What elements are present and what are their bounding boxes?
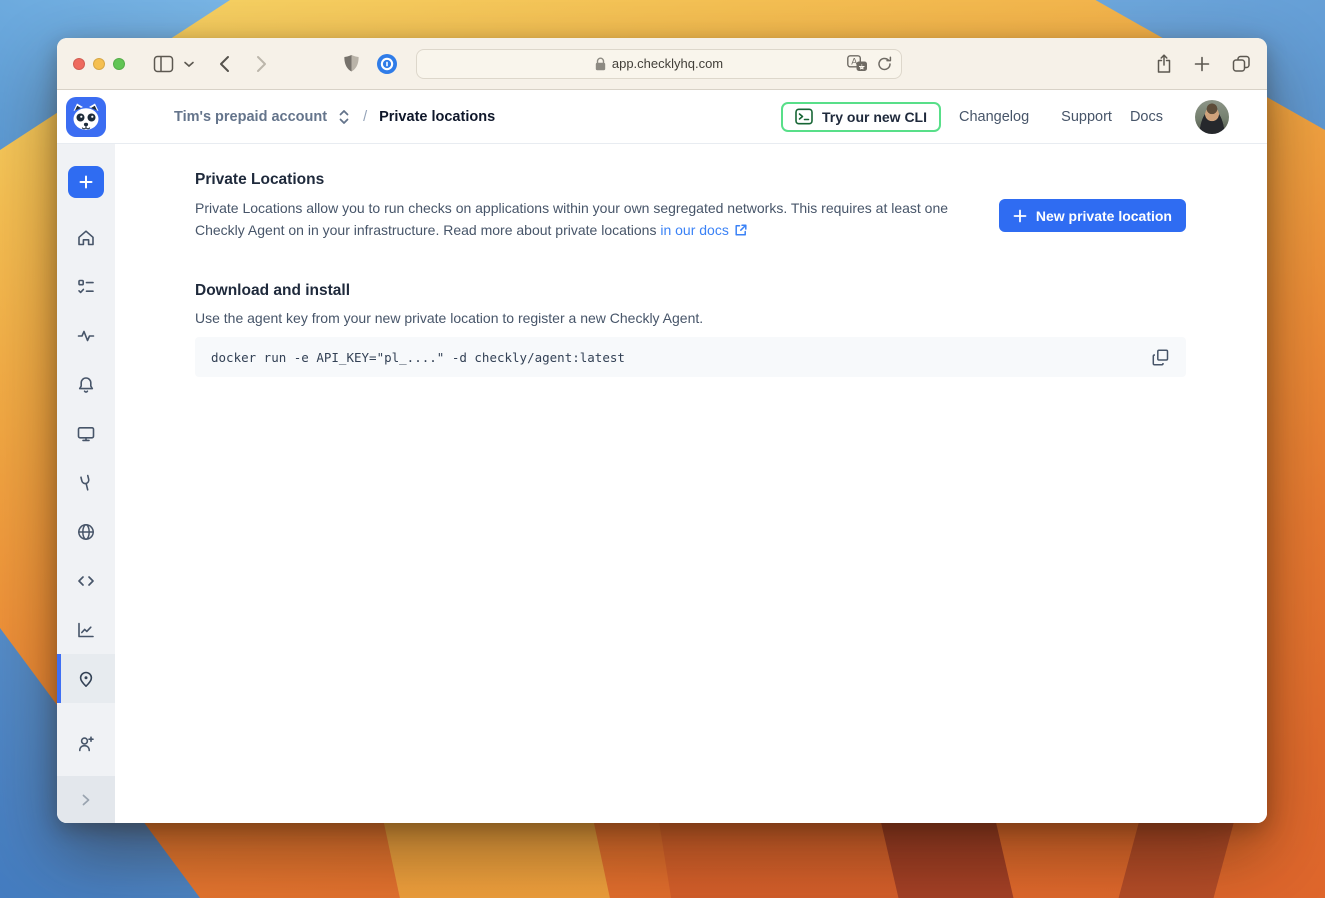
onepassword-icon[interactable] xyxy=(376,53,398,75)
sidebar-expand-button[interactable] xyxy=(57,776,115,823)
terminal-icon xyxy=(795,108,813,125)
checks-icon xyxy=(78,279,94,293)
code-block: docker run -e API_KEY="pl_...." -d check… xyxy=(195,337,1186,377)
nav-docs[interactable]: Docs xyxy=(1130,109,1163,125)
location-pin-icon xyxy=(79,671,93,687)
copy-icon xyxy=(1152,349,1169,365)
url-text: app.checklyhq.com xyxy=(611,56,724,71)
sidebar-item-alerts[interactable] xyxy=(57,360,115,409)
sidebar-item-private-locations[interactable] xyxy=(57,654,115,703)
app-header: Tim's prepaid account / Private location… xyxy=(57,90,1267,144)
new-tab-icon[interactable] xyxy=(1194,56,1210,72)
breadcrumb-separator: / xyxy=(363,108,368,125)
tabs-icon[interactable] xyxy=(1232,55,1251,73)
section-description: Use the agent key from your new private … xyxy=(195,310,704,326)
copy-button[interactable] xyxy=(1151,348,1170,367)
nav-changelog[interactable]: Changelog xyxy=(959,109,1029,125)
home-icon xyxy=(78,229,94,245)
checkly-logo[interactable] xyxy=(66,96,106,137)
sidebar-item-dashboards[interactable] xyxy=(57,409,115,458)
sidebar-item-analytics[interactable] xyxy=(57,605,115,654)
sidebar-item-home[interactable] xyxy=(57,213,115,262)
sidebar-item-runtimes[interactable] xyxy=(57,507,115,556)
sidebar-item-checks[interactable] xyxy=(57,262,115,311)
plus-icon xyxy=(79,175,93,189)
zoom-window-button[interactable] xyxy=(113,57,125,70)
sidebar-item-maintenance[interactable] xyxy=(57,458,115,507)
code-icon xyxy=(78,575,94,586)
shield-icon[interactable] xyxy=(343,54,360,74)
browser-window: app.checklyhq.com A Tim's prepaid accoun… xyxy=(57,38,1267,823)
external-link-icon[interactable] xyxy=(734,223,748,237)
nav-support[interactable]: Support xyxy=(1061,109,1112,125)
app-sidebar xyxy=(57,144,115,823)
page-description: Private Locations allow you to run check… xyxy=(195,198,977,241)
close-window-button[interactable] xyxy=(73,57,85,70)
svg-text:A: A xyxy=(851,57,857,67)
reload-icon[interactable] xyxy=(877,55,892,72)
wrench-icon xyxy=(80,474,90,491)
new-check-button[interactable] xyxy=(68,166,104,198)
user-avatar[interactable] xyxy=(1195,99,1229,134)
page-title: Private Locations xyxy=(195,171,325,188)
share-icon[interactable] xyxy=(1156,53,1172,74)
chevron-right-icon xyxy=(82,794,90,805)
account-switcher[interactable]: Tim's prepaid account xyxy=(174,109,327,125)
new-private-location-button[interactable]: New private location xyxy=(998,199,1186,232)
try-cli-button[interactable]: Try our new CLI xyxy=(780,101,941,132)
url-bar[interactable]: app.checklyhq.com A xyxy=(416,48,902,79)
chart-icon xyxy=(78,622,94,637)
activity-icon xyxy=(77,330,95,341)
minimize-window-button[interactable] xyxy=(93,57,105,70)
add-user-icon xyxy=(79,735,94,751)
sidebar-item-invite-user[interactable] xyxy=(57,719,115,768)
sidebar-item-api[interactable] xyxy=(57,556,115,605)
page-description-text: Private Locations allow you to run check… xyxy=(195,200,949,238)
docker-command: docker run -e API_KEY="pl_...." -d check… xyxy=(211,349,625,365)
monitor-icon xyxy=(77,426,95,441)
browser-toolbar: app.checklyhq.com A xyxy=(57,38,1267,90)
plus-icon xyxy=(1013,209,1027,222)
bell-icon xyxy=(78,376,94,393)
sidebar-toggle-icon[interactable] xyxy=(153,55,174,73)
back-icon[interactable] xyxy=(219,55,230,73)
lock-icon xyxy=(595,57,606,70)
docs-link[interactable]: in our docs xyxy=(660,222,728,238)
breadcrumb-page-title: Private locations xyxy=(379,108,496,125)
sidebar-item-activity[interactable] xyxy=(57,311,115,360)
try-cli-label: Try our new CLI xyxy=(821,108,927,125)
account-switcher-chevrons-icon[interactable] xyxy=(337,108,351,126)
breadcrumb: Tim's prepaid account / Private location… xyxy=(174,108,495,126)
chevron-down-icon[interactable] xyxy=(183,60,195,68)
main-content: Private Locations Private Locations allo… xyxy=(115,144,1267,823)
forward-icon[interactable] xyxy=(256,55,267,73)
section-title: Download and install xyxy=(195,282,351,299)
new-private-location-label: New private location xyxy=(1035,207,1172,224)
translate-icon[interactable]: A xyxy=(847,55,868,72)
window-controls xyxy=(73,57,125,70)
globe-icon xyxy=(78,523,94,540)
